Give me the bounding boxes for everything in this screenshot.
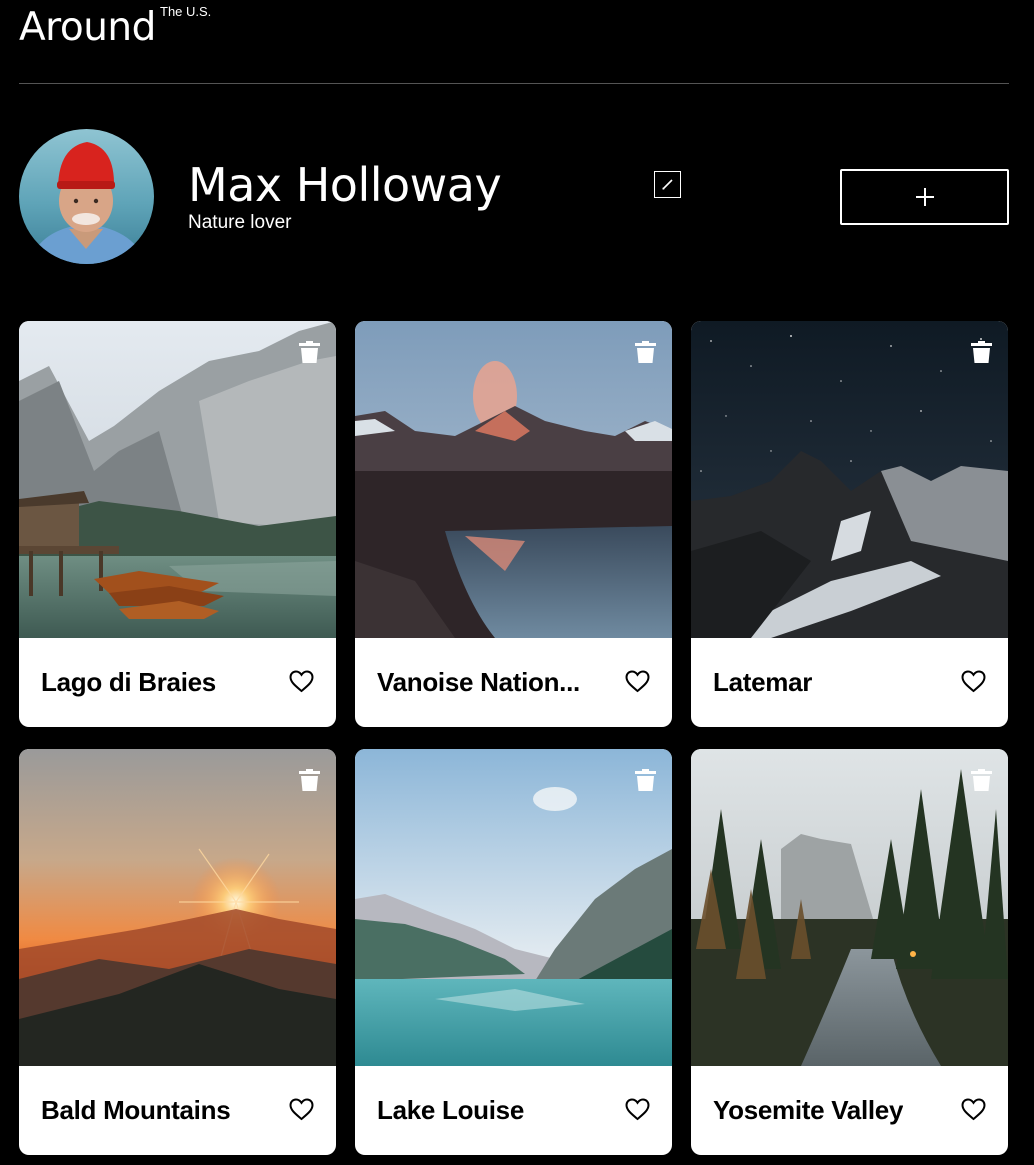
- place-card-footer: Lake Louise: [355, 1066, 672, 1155]
- trash-icon[interactable]: [299, 769, 320, 791]
- place-image[interactable]: [691, 749, 1008, 1066]
- place-title: Yosemite Valley: [713, 1095, 904, 1125]
- add-place-button[interactable]: [840, 169, 1009, 225]
- avatar[interactable]: [19, 129, 154, 264]
- heart-icon[interactable]: [289, 670, 314, 693]
- heart-icon[interactable]: [625, 1098, 650, 1121]
- trash-icon[interactable]: [299, 341, 320, 363]
- heart-icon[interactable]: [961, 670, 986, 693]
- profile-about: Nature lover: [188, 212, 292, 233]
- place-image[interactable]: [19, 749, 336, 1066]
- place-title: Bald Mountains: [41, 1095, 231, 1125]
- place-card-footer: Lago di Braies: [19, 638, 336, 727]
- place-card: Lake Louise: [355, 749, 672, 1155]
- heart-icon[interactable]: [961, 1098, 986, 1121]
- logo-region: The U.S.: [160, 4, 212, 19]
- trash-icon[interactable]: [971, 769, 992, 791]
- place-card: Yosemite Valley: [691, 749, 1008, 1155]
- edit-profile-button[interactable]: [654, 171, 681, 198]
- place-card-footer: Bald Mountains: [19, 1066, 336, 1155]
- place-card: Latemar: [691, 321, 1008, 727]
- place-image[interactable]: [355, 321, 672, 638]
- place-card: Bald Mountains: [19, 749, 336, 1155]
- pencil-icon: [662, 179, 673, 190]
- trash-icon[interactable]: [635, 341, 656, 363]
- place-title: Latemar: [713, 667, 813, 697]
- place-image[interactable]: [355, 749, 672, 1066]
- trash-icon[interactable]: [971, 341, 992, 363]
- places-grid: Lago di Braies Vanoise Nation... Latemar…: [19, 321, 1009, 1155]
- place-card: Vanoise Nation...: [355, 321, 672, 727]
- logo: Around: [19, 5, 156, 50]
- plus-icon: [915, 188, 934, 206]
- place-image[interactable]: [19, 321, 336, 638]
- profile-section: Max Holloway Nature lover: [19, 129, 1009, 265]
- place-card: Lago di Braies: [19, 321, 336, 727]
- avatar-image: [19, 129, 154, 264]
- place-title: Lake Louise: [377, 1095, 524, 1125]
- heart-icon[interactable]: [289, 1098, 314, 1121]
- profile-name: Max Holloway: [188, 158, 502, 212]
- place-card-footer: Latemar: [691, 638, 1008, 727]
- trash-icon[interactable]: [635, 769, 656, 791]
- place-card-footer: Yosemite Valley: [691, 1066, 1008, 1155]
- place-title: Lago di Braies: [41, 667, 216, 697]
- place-image[interactable]: [691, 321, 1008, 638]
- place-card-footer: Vanoise Nation...: [355, 638, 672, 727]
- heart-icon[interactable]: [625, 670, 650, 693]
- place-title: Vanoise Nation...: [377, 667, 580, 697]
- site-header: Around The U.S.: [19, 0, 1009, 84]
